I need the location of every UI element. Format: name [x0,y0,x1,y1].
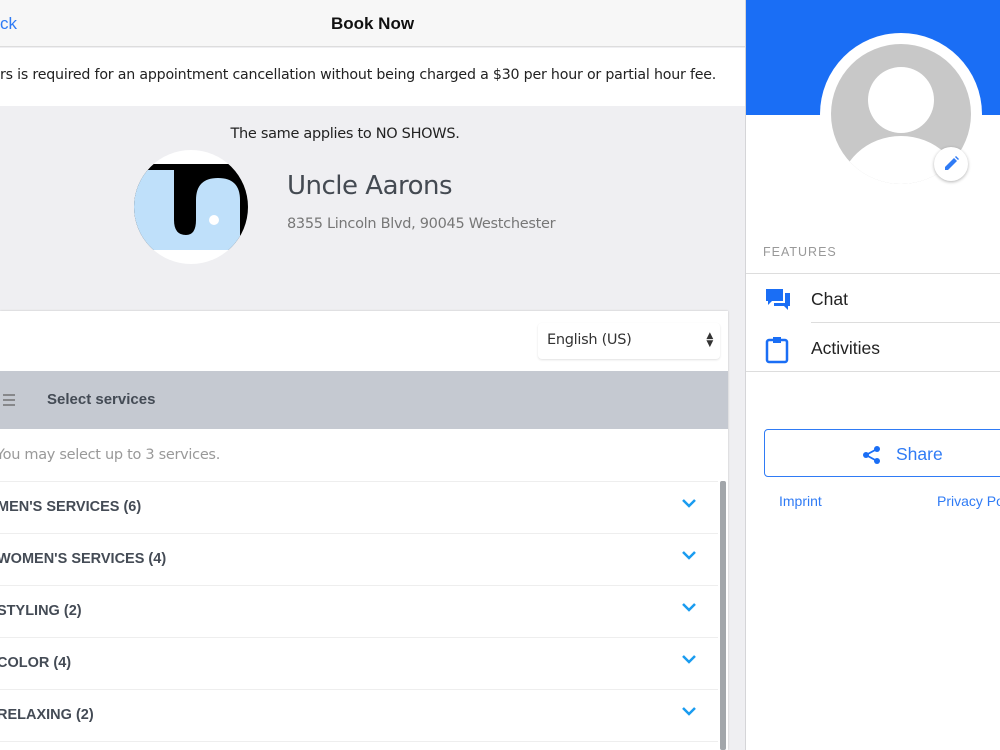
business-logo [134,150,248,264]
feature-chat[interactable]: Chat [746,275,1000,323]
feature-label: Chat [811,289,848,309]
business-name: Uncle Aarons [287,171,453,201]
category-label: MEN'S SERVICES (6) [0,499,142,515]
no-show-notice: The same applies to NO SHOWS. [230,126,460,142]
divider [746,371,1000,372]
category-row[interactable]: STYLING (2) [0,585,718,637]
category-label: STYLING (2) [0,603,82,619]
features-heading: FEATURES [763,245,837,259]
clipboard-icon [765,337,789,364]
feature-activities[interactable]: Activities [746,324,1000,372]
chevron-down-icon [682,603,696,612]
divider [746,273,1000,274]
category-row[interactable] [0,741,718,749]
imprint-link[interactable]: Imprint [779,493,822,509]
share-icon [863,446,880,464]
category-row[interactable]: RELAXING (2) [0,689,718,741]
chevron-down-icon [682,499,696,508]
services-hint: You may select up to 3 services. [0,447,221,463]
select-services-title: Select services [47,391,156,408]
share-button[interactable]: Share [764,429,1000,477]
scrollbar[interactable] [720,481,726,750]
select-services-header: Select services [0,371,728,429]
updown-icon: ▲ ▼ [706,331,713,349]
nav-header: ck Book Now [0,0,745,47]
language-select[interactable]: English (US) ▲ ▼ [538,323,720,359]
edit-avatar-button[interactable] [934,147,968,181]
services-card: English (US) ▲ ▼ Select services You may s… [0,311,728,750]
share-label: Share [896,444,943,464]
feature-label: Activities [811,338,881,358]
booking-panel: ck Book Now rs is required for an appoin… [0,0,745,750]
category-row[interactable]: WOMEN'S SERVICES (4) [0,533,718,585]
sidebar: FEATURES Chat Activities Share Imprint P… [745,0,1000,750]
chevron-down-icon [682,707,696,716]
category-label: COLOR (4) [0,655,72,671]
cancellation-notice: rs is required for an appointment cancel… [0,48,745,106]
language-value: English (US) [547,332,632,348]
chevron-down-icon [682,655,696,664]
category-label: WOMEN'S SERVICES (4) [0,551,167,567]
divider [811,322,1000,323]
category-label: RELAXING (2) [0,707,94,723]
chat-icon [766,289,790,310]
category-row[interactable]: COLOR (4) [0,637,718,689]
category-row[interactable]: MEN'S SERVICES (6) [0,481,718,533]
business-address: 8355 Lincoln Blvd, 90045 Westchester [287,216,556,232]
chevron-down-icon [682,551,696,560]
list-icon [3,394,15,406]
page-title: Book Now [330,14,415,33]
pencil-icon [945,156,959,170]
privacy-policy-link[interactable]: Privacy Po [937,493,1000,509]
